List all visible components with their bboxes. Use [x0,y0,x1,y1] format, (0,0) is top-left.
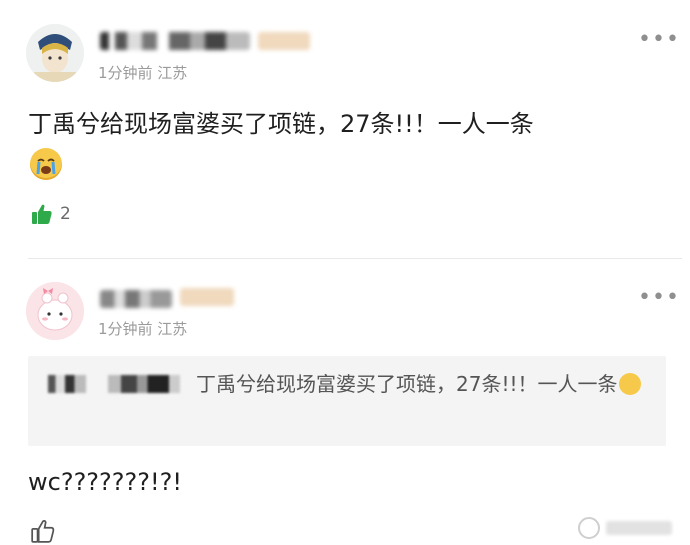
crying-emoji-icon [30,148,62,180]
divider [28,258,682,259]
avatar[interactable] [26,24,84,82]
more-icon[interactable]: ••• [638,29,680,51]
like-button[interactable]: 2 [30,202,71,226]
username-blurred[interactable] [100,290,172,308]
watermark-logo-icon [578,517,600,539]
crying-emoji-icon [619,373,642,395]
more-icon[interactable]: ••• [638,287,680,309]
user-badge-blurred [180,288,234,306]
like-button[interactable] [30,518,56,544]
like-count: 2 [60,204,71,224]
comment-text: 丁禹兮给现场富婆买了项链，27条!!！一人一条 [28,110,534,138]
quoted-text: 丁禹兮给现场富婆买了项链，27条!!！一人一条 [196,372,618,396]
comment-card: 1分钟前 江苏 ••• 丁禹兮给现场富婆买了项链，27条!!！一人一条 wc??… [0,262,690,545]
username-blurred[interactable] [100,32,250,50]
watermark [578,517,678,539]
avatar[interactable] [26,282,84,340]
thumbs-up-icon [32,204,52,224]
post-meta: 1分钟前 江苏 [98,320,188,338]
user-badge-blurred [258,32,310,50]
post-meta: 1分钟前 江苏 [98,64,188,82]
comment-card: 1分钟前 江苏 ••• 丁禹兮给现场富婆买了项链，27条!!！一人一条 2 [0,0,690,258]
quoted-comment[interactable]: 丁禹兮给现场富婆买了项链，27条!!！一人一条 [28,356,666,446]
reply-text: wc???????!?! [28,468,182,496]
quoted-username-blurred [48,375,196,393]
thumbs-up-outline-icon [31,520,55,543]
